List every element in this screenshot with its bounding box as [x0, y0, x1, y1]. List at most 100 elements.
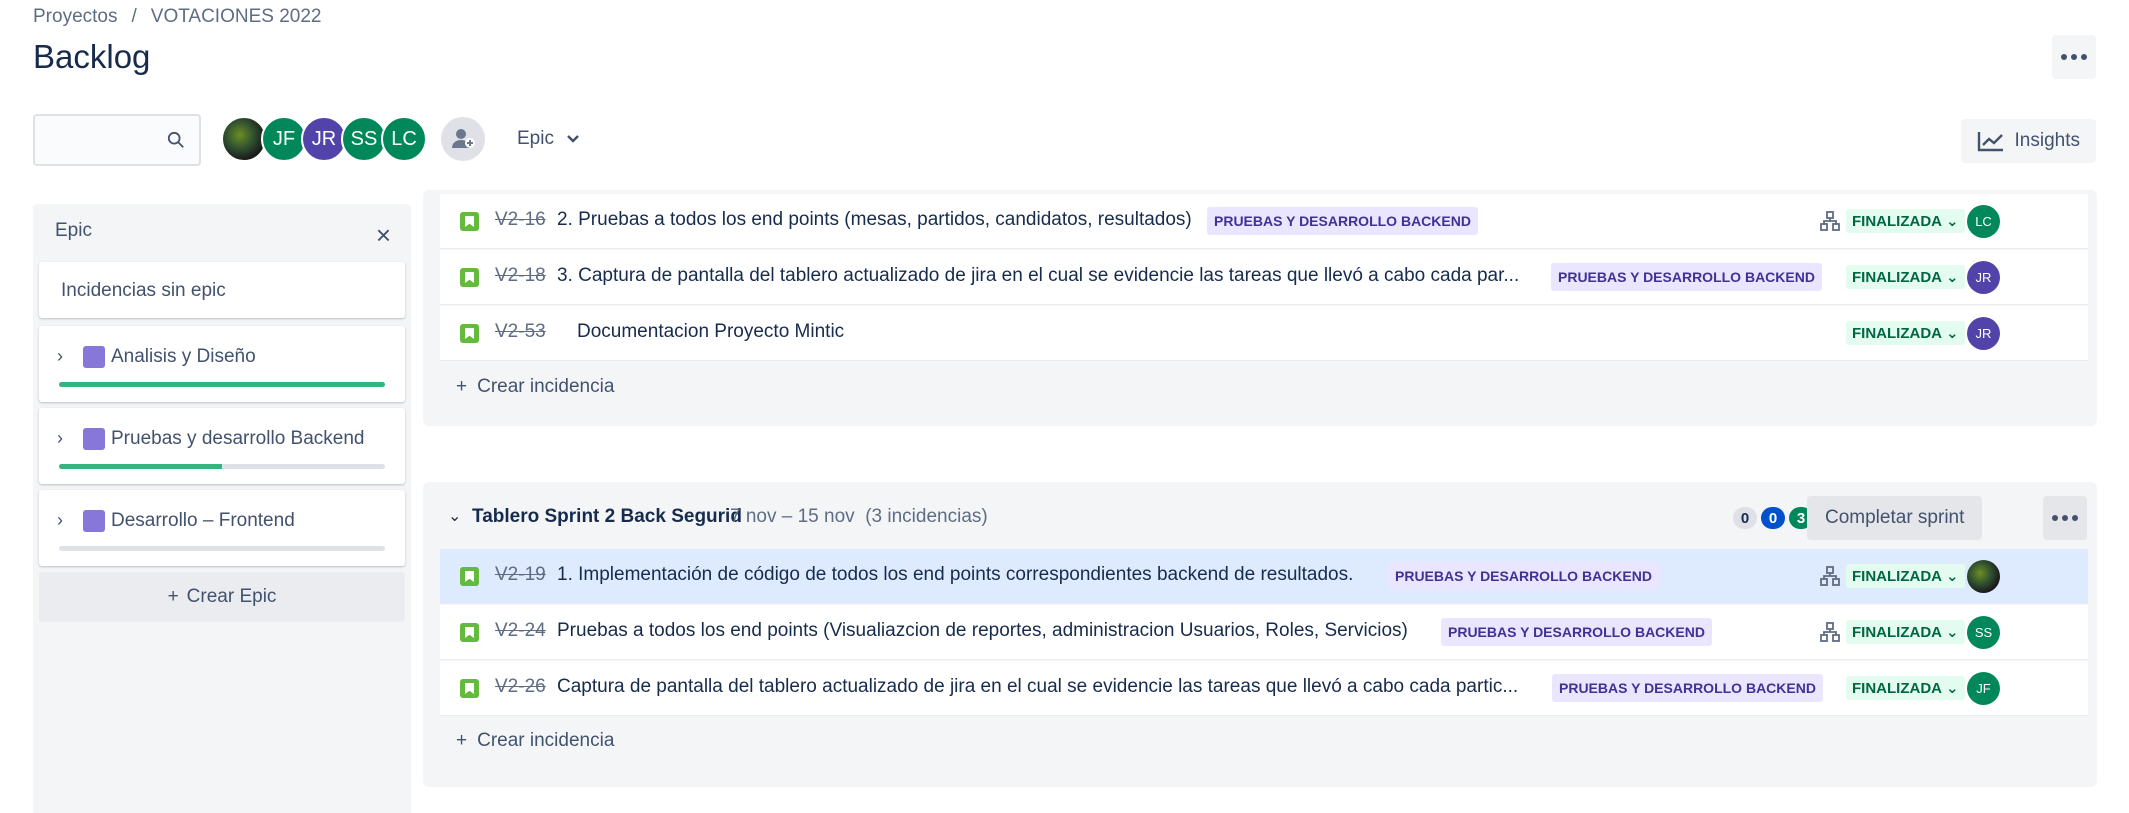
- assignee-avatar[interactable]: JR: [1967, 261, 2000, 294]
- status-label: FINALIZADA: [1852, 567, 1942, 585]
- plus-icon: +: [456, 376, 468, 397]
- assignee-filter: JF JR SS LC: [221, 116, 427, 162]
- epic-progress-fill: [59, 382, 385, 387]
- sprint-more-button[interactable]: [2043, 496, 2087, 540]
- epic-lozenge[interactable]: PRUEBAS Y DESARROLLO BACKEND: [1551, 263, 1822, 291]
- epic-lozenge[interactable]: PRUEBAS Y DESARROLLO BACKEND: [1207, 207, 1478, 235]
- create-issue-button[interactable]: + Crear incidencia: [456, 730, 614, 752]
- insights-label: Insights: [2014, 130, 2080, 151]
- plus-icon: +: [167, 586, 179, 607]
- sprint-dates: 7 nov – 15 nov (3 incidencias): [730, 506, 988, 528]
- create-epic-button[interactable]: + Crear Epic: [39, 572, 405, 622]
- issue-key[interactable]: V2-24: [495, 620, 546, 642]
- complete-sprint-button[interactable]: Completar sprint: [1807, 496, 1983, 540]
- status-label: FINALIZADA: [1852, 324, 1942, 342]
- create-issue-label: Crear incidencia: [477, 376, 615, 397]
- assignee-avatar-photo[interactable]: [1967, 560, 2000, 593]
- story-icon: [460, 679, 479, 698]
- epic-lozenge[interactable]: PRUEBAS Y DESARROLLO BACKEND: [1552, 674, 1823, 702]
- epic-lozenge[interactable]: PRUEBAS Y DESARROLLO BACKEND: [1388, 562, 1659, 590]
- issue-summary: 3. Captura de pantalla del tablero actua…: [557, 265, 1520, 286]
- issue-key[interactable]: V2-19: [495, 564, 546, 586]
- epic-panel-title: Epic: [55, 220, 92, 241]
- search-input[interactable]: [33, 114, 201, 166]
- assignee-avatar[interactable]: LC: [1967, 205, 2000, 238]
- issue-row[interactable]: V2-18 3. Captura de pantalla del tablero…: [440, 250, 2088, 305]
- status-dropdown[interactable]: FINALIZADA ⌄: [1846, 564, 1965, 588]
- issue-row[interactable]: V2-16 2. Pruebas a todos los end points …: [440, 194, 2088, 249]
- issue-key[interactable]: V2-18: [495, 265, 546, 287]
- status-label: FINALIZADA: [1852, 679, 1942, 697]
- epic-color-swatch: [83, 346, 105, 368]
- issue-summary: 2. Pruebas a todos los end points (mesas…: [557, 209, 1192, 230]
- issue-summary: 1. Implementación de código de todos los…: [557, 564, 1354, 585]
- breadcrumb-separator: /: [131, 6, 137, 27]
- epic-card-pruebas-backend[interactable]: › Pruebas y desarrollo Backend: [39, 408, 405, 484]
- issue-key[interactable]: V2-16: [495, 209, 546, 231]
- status-dropdown[interactable]: FINALIZADA ⌄: [1846, 265, 1965, 289]
- sprint-name: Tablero Sprint 2 Back Segurid: [472, 506, 742, 527]
- sprint-date-range: 7 nov – 15 nov: [730, 506, 855, 527]
- chevron-right-icon[interactable]: ›: [57, 510, 63, 531]
- issue-row[interactable]: V2-24 Pruebas a todos los end points (Vi…: [440, 605, 2088, 660]
- epic-progress-bar: [59, 546, 385, 551]
- epic-panel: Epic × Incidencias sin epic › Analisis y…: [33, 204, 411, 813]
- no-epic-label: Incidencias sin epic: [61, 280, 226, 301]
- issue-summary: Documentacion Proyecto Mintic: [577, 321, 845, 342]
- more-actions-button[interactable]: [2052, 35, 2096, 79]
- epic-color-swatch: [83, 428, 105, 450]
- assignee-avatar[interactable]: JR: [1967, 317, 2000, 350]
- plus-icon: +: [456, 730, 468, 751]
- avatar-lc[interactable]: LC: [381, 116, 427, 162]
- chevron-down-icon[interactable]: ⌄: [448, 506, 461, 526]
- chevron-down-icon: ⌄: [1946, 325, 1959, 342]
- search-icon: [167, 131, 184, 148]
- sprint-section: ⌄ Tablero Sprint 2 Back Segurid 7 nov – …: [423, 482, 2097, 787]
- status-dropdown[interactable]: FINALIZADA ⌄: [1846, 321, 1965, 345]
- create-issue-label: Crear incidencia: [477, 730, 615, 751]
- page-title: Backlog: [33, 38, 151, 75]
- issue-key[interactable]: V2-53: [495, 321, 546, 343]
- breadcrumb-projects-link[interactable]: Proyectos: [33, 6, 117, 28]
- issue-row[interactable]: V2-19 1. Implementación de código de tod…: [440, 549, 2088, 604]
- epic-color-swatch: [83, 510, 105, 532]
- epic-card-no-epic[interactable]: Incidencias sin epic: [39, 262, 405, 318]
- child-issues-icon: [1820, 566, 1840, 586]
- child-issues-icon: [1820, 622, 1840, 642]
- status-dropdown[interactable]: FINALIZADA ⌄: [1846, 620, 1965, 644]
- chevron-down-icon: ⌄: [1946, 624, 1959, 641]
- epic-filter-dropdown[interactable]: Epic: [517, 128, 580, 150]
- epic-filter-label: Epic: [517, 128, 554, 149]
- sprint-header: ⌄ Tablero Sprint 2 Back Segurid 7 nov – …: [440, 496, 2087, 540]
- add-people-button[interactable]: [441, 117, 485, 161]
- more-icon: [2052, 515, 2078, 521]
- close-icon[interactable]: ×: [376, 222, 391, 248]
- chevron-right-icon[interactable]: ›: [57, 346, 63, 367]
- issue-row[interactable]: V2-26 Captura de pantalla del tablero ac…: [440, 661, 2088, 716]
- issue-row[interactable]: V2-53 Documentacion Proyecto Mintic FINA…: [440, 306, 2088, 361]
- status-dropdown[interactable]: FINALIZADA ⌄: [1846, 676, 1965, 700]
- chevron-down-icon: ⌄: [1946, 680, 1959, 697]
- assignee-avatar[interactable]: SS: [1967, 616, 2000, 649]
- create-epic-label: Crear Epic: [186, 586, 277, 607]
- insights-button[interactable]: Insights: [1960, 119, 2096, 163]
- epic-card-analisis[interactable]: › Analisis y Diseño: [39, 326, 405, 402]
- epic-lozenge[interactable]: PRUEBAS Y DESARROLLO BACKEND: [1441, 618, 1712, 646]
- todo-count-badge: 0: [1733, 507, 1757, 529]
- epic-progress-bar: [59, 464, 385, 469]
- child-issues-icon: [1820, 211, 1840, 231]
- chevron-down-icon: ⌄: [1946, 568, 1959, 585]
- breadcrumb: Proyectos / VOTACIONES 2022: [33, 6, 321, 28]
- epic-card-frontend[interactable]: › Desarrollo – Frontend: [39, 490, 405, 566]
- create-issue-button[interactable]: + Crear incidencia: [456, 376, 614, 398]
- issue-key[interactable]: V2-26: [495, 676, 546, 698]
- epic-name: Desarrollo – Frontend: [111, 510, 295, 531]
- assignee-avatar[interactable]: JF: [1967, 672, 2000, 705]
- chart-trend-icon: [1977, 132, 2003, 152]
- status-label: FINALIZADA: [1852, 268, 1942, 286]
- status-dropdown[interactable]: FINALIZADA ⌄: [1846, 209, 1965, 233]
- in-progress-count-badge: 0: [1761, 507, 1785, 529]
- breadcrumb-project-link[interactable]: VOTACIONES 2022: [151, 6, 322, 28]
- chevron-right-icon[interactable]: ›: [57, 428, 63, 449]
- sprint-section: V2-16 2. Pruebas a todos los end points …: [423, 190, 2097, 426]
